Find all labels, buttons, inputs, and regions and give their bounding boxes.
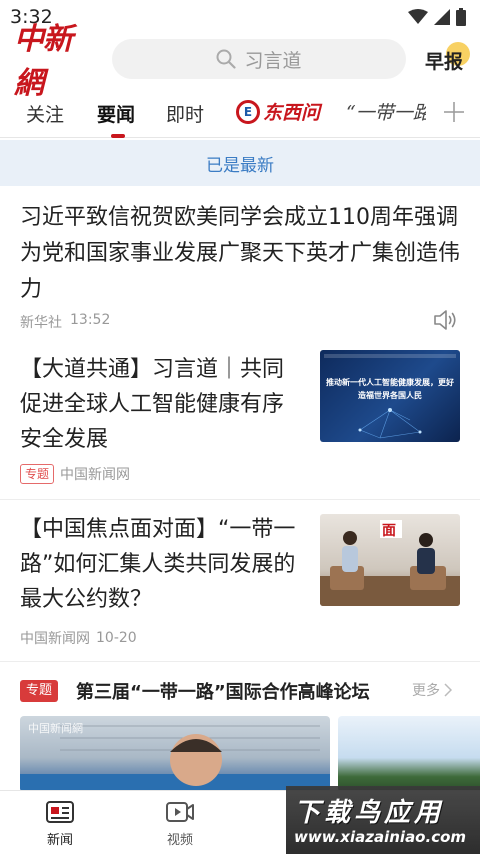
news-thumbnail: 推动新一代人工智能健康发展，更好造福世界各国人民: [320, 350, 460, 442]
app-logo[interactable]: 中新網: [14, 22, 100, 101]
watermark-url: www.xiazainiao.com: [294, 828, 467, 846]
wifi-icon: [408, 9, 428, 24]
refresh-status-banner: 已是最新: [0, 140, 480, 186]
active-tab-indicator: [111, 134, 125, 138]
topic-image[interactable]: 中国新闻網: [20, 716, 330, 792]
news-meta: 新华社 13:52: [20, 312, 110, 332]
topic-badge: 专题: [20, 680, 59, 702]
topic-more-link[interactable]: 更多: [412, 680, 452, 700]
image-caption: 中国新闻網: [28, 722, 83, 735]
news-meta: 专题 中国新闻网: [20, 464, 130, 484]
news-time: 10-20: [96, 630, 137, 646]
tab-dongxiwen[interactable]: E 东西问: [236, 98, 320, 125]
nav-news[interactable]: 新闻: [30, 799, 90, 848]
app-header: 中新網 习言道 早报: [0, 22, 480, 101]
news-title: 【中国焦点面对面】“一带一路”如何汇集人类共同发展的最大公约数？: [20, 517, 296, 612]
nav-video-label: 视频: [166, 833, 193, 848]
news-icon: [46, 801, 74, 823]
dongxiwen-label: 东西问: [263, 102, 321, 124]
watermark-title: 下载鸟应用: [294, 798, 445, 828]
news-item[interactable]: 习近平致信祝贺欧美同学会成立110周年强调 为党和国家事业发展广聚天下英才广集创…: [0, 186, 480, 338]
morning-brief-button[interactable]: 早报: [418, 40, 470, 80]
topic-title: 第三届“一带一路”国际合作高峰论坛: [76, 682, 370, 703]
video-icon: [166, 802, 194, 822]
news-title: 【大道共通】习言道｜共同促进全球人工智能健康有序安全发展: [20, 357, 285, 452]
status-icons: [408, 8, 466, 26]
topic-section-header[interactable]: 专题 第三届“一带一路”国际合作高峰论坛 更多: [0, 672, 480, 712]
news-source: 中国新闻网: [60, 467, 131, 483]
tab-headlines[interactable]: 要闻: [97, 100, 135, 130]
nav-video[interactable]: 视频: [150, 799, 210, 848]
search-icon: [216, 49, 237, 69]
tab-instant[interactable]: 即时: [166, 100, 204, 130]
topic-image[interactable]: [338, 716, 480, 792]
news-item[interactable]: 【中国焦点面对面】“一带一路”如何汇集人类共同发展的最大公约数？ 面 中国新闻网…: [0, 500, 480, 662]
search-placeholder: 习言道: [244, 49, 302, 72]
tab-follow[interactable]: 关注: [26, 100, 64, 130]
news-item[interactable]: 【大道共通】习言道｜共同促进全球人工智能健康有序安全发展 推动新一代人工智能健康…: [0, 338, 480, 500]
morning-brief-label: 早报: [424, 50, 463, 73]
signal-icon: [434, 9, 450, 25]
tab-belt-road[interactable]: “一带一路”: [346, 98, 426, 125]
dongxiwen-logo-icon: E: [236, 99, 260, 124]
nav-news-label: 新闻: [46, 833, 73, 848]
program-logo: 面: [382, 523, 396, 539]
news-thumbnail: 面: [320, 514, 460, 606]
battery-icon: [456, 8, 466, 26]
search-bar[interactable]: 习言道: [112, 39, 406, 79]
news-time: 13:52: [70, 312, 111, 328]
topic-more-label: 更多: [412, 683, 440, 699]
news-source: 中国新闻网: [20, 631, 90, 647]
site-watermark: 下载鸟应用 www.xiazainiao.com: [286, 786, 480, 854]
news-source: 新华社: [20, 315, 62, 331]
plus-icon: [444, 102, 464, 122]
speaker-icon[interactable]: [432, 308, 458, 332]
news-title: 习近平致信祝贺欧美同学会成立110周年强调 为党和国家事业发展广聚天下英才广集创…: [20, 205, 461, 302]
news-meta: 中国新闻网 10-20: [20, 628, 137, 648]
chevron-right-icon: [444, 683, 452, 697]
add-channel-button[interactable]: [438, 96, 470, 128]
thumbnail-caption: 推动新一代人工智能健康发展，更好造福世界各国人民: [326, 378, 454, 400]
topic-badge: 专题: [20, 464, 55, 484]
